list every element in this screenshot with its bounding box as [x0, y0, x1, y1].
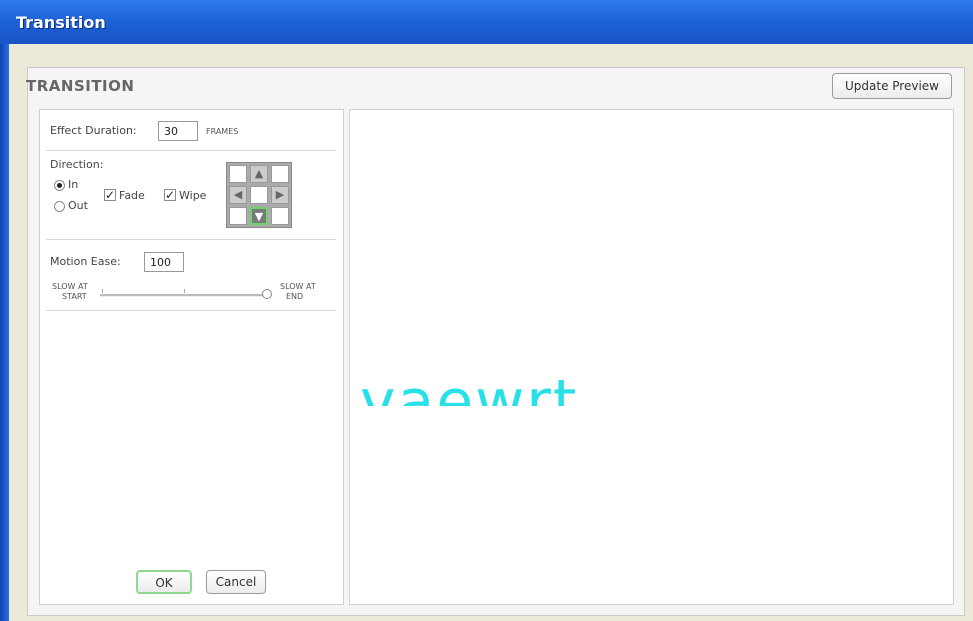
direction-cell-center[interactable]: [250, 186, 268, 204]
window-titlebar[interactable]: Transition: [0, 0, 973, 45]
fade-checkbox[interactable]: ✓: [104, 189, 116, 201]
panel-title: TRANSITION: [26, 77, 135, 95]
wipe-checkbox[interactable]: ✓: [164, 189, 176, 201]
motion-ease-slider-thumb[interactable]: [262, 289, 272, 299]
direction-cell-down-right[interactable]: [271, 207, 289, 225]
direction-in-label: In: [68, 178, 79, 191]
divider: [46, 150, 336, 151]
divider: [46, 310, 336, 311]
update-preview-button[interactable]: Update Preview: [832, 73, 952, 99]
effect-duration-input[interactable]: 30: [158, 121, 198, 141]
direction-label: Direction:: [50, 158, 104, 171]
slow-at-end-label-line2: END: [286, 292, 304, 301]
ok-button[interactable]: OK: [136, 570, 192, 594]
window-left-border: [0, 44, 9, 621]
fade-label: Fade: [119, 189, 145, 202]
motion-ease-input[interactable]: 100: [144, 252, 184, 272]
arrow-down-icon[interactable]: ▼: [250, 207, 268, 225]
motion-ease-slider[interactable]: [100, 294, 268, 297]
window-body: TRANSITION Update Preview Effect Duratio…: [9, 44, 973, 621]
direction-pad: ▲ ◀ ▶ ▼: [226, 162, 292, 228]
wipe-label: Wipe: [179, 189, 207, 202]
direction-out-label: Out: [68, 199, 88, 212]
arrow-right-icon[interactable]: ▶: [271, 186, 289, 204]
arrow-up-icon[interactable]: ▲: [250, 165, 268, 183]
motion-ease-label: Motion Ease:: [50, 255, 121, 268]
preview-text: vaewrt: [360, 372, 578, 406]
frames-unit-label: FRAMES: [206, 127, 239, 136]
direction-cell-down-left[interactable]: [229, 207, 247, 225]
preview-pane: vaewrt: [349, 109, 954, 605]
divider: [46, 239, 336, 240]
slider-tick: [102, 289, 103, 293]
effect-duration-label: Effect Duration:: [50, 124, 137, 137]
arrow-left-icon[interactable]: ◀: [229, 186, 247, 204]
slow-at-start-label-line1: SLOW AT: [52, 282, 88, 291]
direction-in-radio[interactable]: [54, 180, 65, 191]
direction-cell-up-right[interactable]: [271, 165, 289, 183]
slider-tick: [184, 289, 185, 293]
slow-at-end-label-line1: SLOW AT: [280, 282, 316, 291]
direction-cell-up-left[interactable]: [229, 165, 247, 183]
direction-out-radio[interactable]: [54, 201, 65, 212]
window-title: Transition: [16, 13, 106, 32]
slow-at-start-label-line2: START: [62, 292, 87, 301]
settings-pane: Effect Duration: 30 FRAMES Direction: In…: [39, 109, 344, 605]
cancel-button[interactable]: Cancel: [206, 570, 266, 594]
